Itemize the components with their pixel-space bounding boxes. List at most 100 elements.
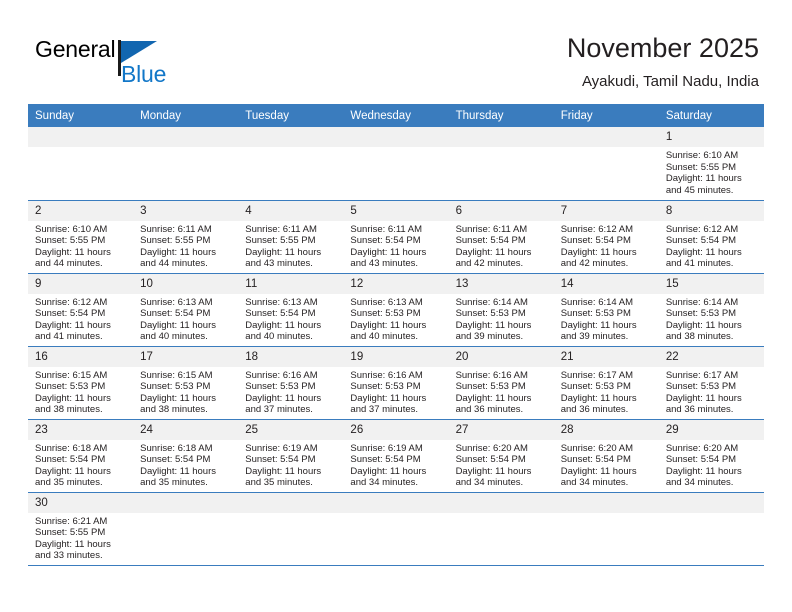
- daylight-text-line1: Daylight: 11 hours: [665, 465, 742, 477]
- sunset-text: Sunset: 5:53 PM: [245, 381, 316, 393]
- day-number-placeholder: [343, 127, 449, 147]
- calendar-week-row: 2 Sunrise: 6:10 AM Sunset: 5:55 PM Daylight…: [28, 200, 764, 274]
- day-number: 13: [448, 273, 554, 294]
- calendar-day-cell[interactable]: 3 Sunrise: 6:11 AM Sunset: 5:55 PM Daylight…: [133, 200, 239, 274]
- calendar-day-cell[interactable]: 7 Sunrise: 6:12 AM Sunset: 5:54 PM Daylight…: [553, 200, 659, 274]
- calendar-day-cell[interactable]: 5 Sunrise: 6:11 AM Sunset: 5:54 PM Daylight…: [343, 200, 449, 274]
- calendar-week-row: 23 Sunrise: 6:18 AM Sunset: 5:54 PM Dayligh…: [28, 419, 764, 493]
- day-details: Sunrise: 6:15 AM Sunset: 5:53 PM Daylight:…: [28, 367, 133, 416]
- calendar-day-cell-empty: [343, 127, 449, 201]
- calendar-day-cell[interactable]: 16 Sunrise: 6:15 AM Sunset: 5:53 PM Dayligh…: [28, 346, 134, 420]
- daylight-text-line1: Daylight: 11 hours: [35, 246, 111, 258]
- day-number: 10: [133, 273, 239, 294]
- brand-name-general: General: [35, 36, 116, 62]
- daylight-text-line2: and 42 minutes.: [560, 258, 629, 270]
- sunset-text: Sunset: 5:54 PM: [665, 235, 737, 247]
- calendar-day-cell[interactable]: 24 Sunrise: 6:18 AM Sunset: 5:54 PM Dayligh…: [133, 419, 239, 493]
- sunrise-text: Sunrise: 6:10 AM: [665, 150, 739, 161]
- calendar-day-cell[interactable]: 12 Sunrise: 6:13 AM Sunset: 5:53 PM Dayligh…: [343, 273, 449, 347]
- day-number-placeholder: [448, 127, 554, 147]
- calendar-day-cell[interactable]: 4 Sunrise: 6:11 AM Sunset: 5:55 PM Daylight…: [238, 200, 344, 274]
- daylight-text-line1: Daylight: 11 hours: [140, 392, 217, 404]
- sunset-text: Sunset: 5:53 PM: [665, 308, 737, 320]
- calendar-day-cell[interactable]: 8 Sunrise: 6:12 AM Sunset: 5:54 PM Daylight…: [658, 200, 764, 274]
- calendar-day-cell[interactable]: 22 Sunrise: 6:17 AM Sunset: 5:53 PM Dayligh…: [658, 346, 764, 420]
- day-details: Sunrise: 6:14 AM Sunset: 5:53 PM Daylight:…: [554, 294, 659, 343]
- day-number: 22: [658, 346, 764, 367]
- sunrise-text: Sunrise: 6:16 AM: [245, 369, 318, 381]
- day-number: 6: [448, 200, 554, 221]
- calendar-day-cell[interactable]: 11 Sunrise: 6:13 AM Sunset: 5:54 PM Dayligh…: [238, 273, 344, 347]
- daylight-text-line2: and 43 minutes.: [350, 258, 419, 270]
- day-number: 20: [448, 346, 554, 367]
- daylight-text-line1: Daylight: 11 hours: [35, 392, 111, 404]
- daylight-text-line1: Daylight: 11 hours: [35, 538, 111, 550]
- sunset-text: Sunset: 5:54 PM: [455, 235, 526, 247]
- day-number: 27: [448, 419, 554, 440]
- calendar-day-cell[interactable]: 26 Sunrise: 6:19 AM Sunset: 5:54 PM Dayligh…: [343, 419, 449, 493]
- sunrise-text: Sunrise: 6:20 AM: [455, 442, 528, 454]
- calendar-day-cell[interactable]: 21 Sunrise: 6:17 AM Sunset: 5:53 PM Dayligh…: [553, 346, 659, 420]
- day-number: 11: [238, 273, 344, 294]
- day-details: Sunrise: 6:14 AM Sunset: 5:53 PM Daylight:…: [659, 294, 764, 343]
- sunset-text: Sunset: 5:54 PM: [350, 454, 421, 466]
- calendar-day-cell[interactable]: 13 Sunrise: 6:14 AM Sunset: 5:53 PM Dayligh…: [448, 273, 554, 347]
- sunset-text: Sunset: 5:53 PM: [455, 308, 526, 320]
- daylight-text-line2: and 34 minutes.: [455, 477, 524, 489]
- sunset-text: Sunset: 5:54 PM: [140, 308, 211, 320]
- day-number-placeholder: [553, 127, 659, 147]
- day-details: Sunrise: 6:11 AM Sunset: 5:54 PM Daylight:…: [343, 221, 448, 270]
- weekday-header-sunday: Sunday: [28, 104, 134, 127]
- weekday-header-tuesday: Tuesday: [238, 104, 344, 127]
- sunset-text: Sunset: 5:55 PM: [245, 235, 316, 247]
- calendar-day-cell[interactable]: 30 Sunrise: 6:21 AM Sunset: 5:55 PM Dayligh…: [28, 492, 134, 566]
- sunset-text: Sunset: 5:55 PM: [35, 527, 106, 539]
- sunset-text: Sunset: 5:54 PM: [35, 454, 106, 466]
- day-number-placeholder: [658, 492, 764, 513]
- calendar-day-cell[interactable]: 6 Sunrise: 6:11 AM Sunset: 5:54 PM Daylight…: [448, 200, 554, 274]
- sunrise-text: Sunrise: 6:12 AM: [560, 223, 634, 235]
- sunrise-text: Sunrise: 6:21 AM: [35, 515, 108, 527]
- day-number: 7: [553, 200, 659, 221]
- day-details: Sunrise: 6:15 AM Sunset: 5:53 PM Daylight:…: [133, 367, 238, 416]
- calendar-day-cell[interactable]: 15 Sunrise: 6:14 AM Sunset: 5:53 PM Dayligh…: [658, 273, 764, 347]
- daylight-text-line2: and 38 minutes.: [35, 404, 103, 416]
- calendar-day-cell[interactable]: 19 Sunrise: 6:16 AM Sunset: 5:53 PM Dayligh…: [343, 346, 449, 420]
- daylight-text-line1: Daylight: 11 hours: [665, 319, 742, 331]
- calendar-day-cell[interactable]: 20 Sunrise: 6:16 AM Sunset: 5:53 PM Dayligh…: [448, 346, 554, 420]
- daylight-text-line1: Daylight: 11 hours: [560, 319, 637, 331]
- calendar-day-cell[interactable]: 17 Sunrise: 6:15 AM Sunset: 5:53 PM Dayligh…: [133, 346, 239, 420]
- calendar-day-cell[interactable]: 14 Sunrise: 6:14 AM Sunset: 5:53 PM Dayligh…: [553, 273, 659, 347]
- sunset-text: Sunset: 5:53 PM: [455, 381, 526, 393]
- daylight-text-line2: and 35 minutes.: [140, 477, 208, 489]
- sunset-text: Sunset: 5:54 PM: [560, 454, 631, 466]
- calendar-day-cell[interactable]: 1 Sunrise: 6:10 AM Sunset: 5:55 PM Daylight…: [658, 127, 764, 201]
- daylight-text-line1: Daylight: 11 hours: [140, 319, 217, 331]
- daylight-text-line2: and 35 minutes.: [245, 477, 313, 489]
- calendar-week-row: 16 Sunrise: 6:15 AM Sunset: 5:53 PM Dayligh…: [28, 346, 764, 420]
- daylight-text-line2: and 45 minutes.: [665, 184, 734, 196]
- weekday-header-row: Sunday Monday Tuesday Wednesday Thursday Frid…: [28, 104, 764, 127]
- calendar-day-cell[interactable]: 18 Sunrise: 6:16 AM Sunset: 5:53 PM Dayligh…: [238, 346, 344, 420]
- daylight-text-line2: and 34 minutes.: [560, 477, 629, 489]
- calendar-day-cell[interactable]: 23 Sunrise: 6:18 AM Sunset: 5:54 PM Dayligh…: [28, 419, 134, 493]
- daylight-text-line1: Daylight: 11 hours: [350, 246, 427, 258]
- calendar-day-cell[interactable]: 2 Sunrise: 6:10 AM Sunset: 5:55 PM Daylight…: [28, 200, 134, 274]
- calendar-day-cell-empty: [448, 127, 554, 201]
- calendar-day-cell[interactable]: 10 Sunrise: 6:13 AM Sunset: 5:54 PM Dayligh…: [133, 273, 239, 347]
- calendar-day-cell[interactable]: 29 Sunrise: 6:20 AM Sunset: 5:54 PM Dayligh…: [658, 419, 764, 493]
- calendar-day-cell[interactable]: 28 Sunrise: 6:20 AM Sunset: 5:54 PM Dayligh…: [553, 419, 659, 493]
- weekday-header-friday: Friday: [553, 104, 659, 127]
- calendar-day-cell[interactable]: 9 Sunrise: 6:12 AM Sunset: 5:54 PM Daylight…: [28, 273, 134, 347]
- calendar-day-cell[interactable]: 27 Sunrise: 6:20 AM Sunset: 5:54 PM Dayligh…: [448, 419, 554, 493]
- calendar-day-cell[interactable]: 25 Sunrise: 6:19 AM Sunset: 5:54 PM Dayligh…: [238, 419, 344, 493]
- day-number-placeholder: [133, 492, 239, 513]
- calendar-day-cell-empty: [133, 127, 239, 201]
- daylight-text-line2: and 35 minutes.: [35, 477, 103, 489]
- sunrise-text: Sunrise: 6:12 AM: [35, 296, 108, 308]
- brand-logo[interactable]: General Blue: [35, 36, 195, 90]
- day-number: 1: [658, 127, 764, 147]
- daylight-text-line1: Daylight: 11 hours: [560, 246, 637, 258]
- calendar-body: 1 Sunrise: 6:10 AM Sunset: 5:55 PM Daylight…: [28, 127, 764, 566]
- sunrise-text: Sunrise: 6:20 AM: [665, 442, 739, 454]
